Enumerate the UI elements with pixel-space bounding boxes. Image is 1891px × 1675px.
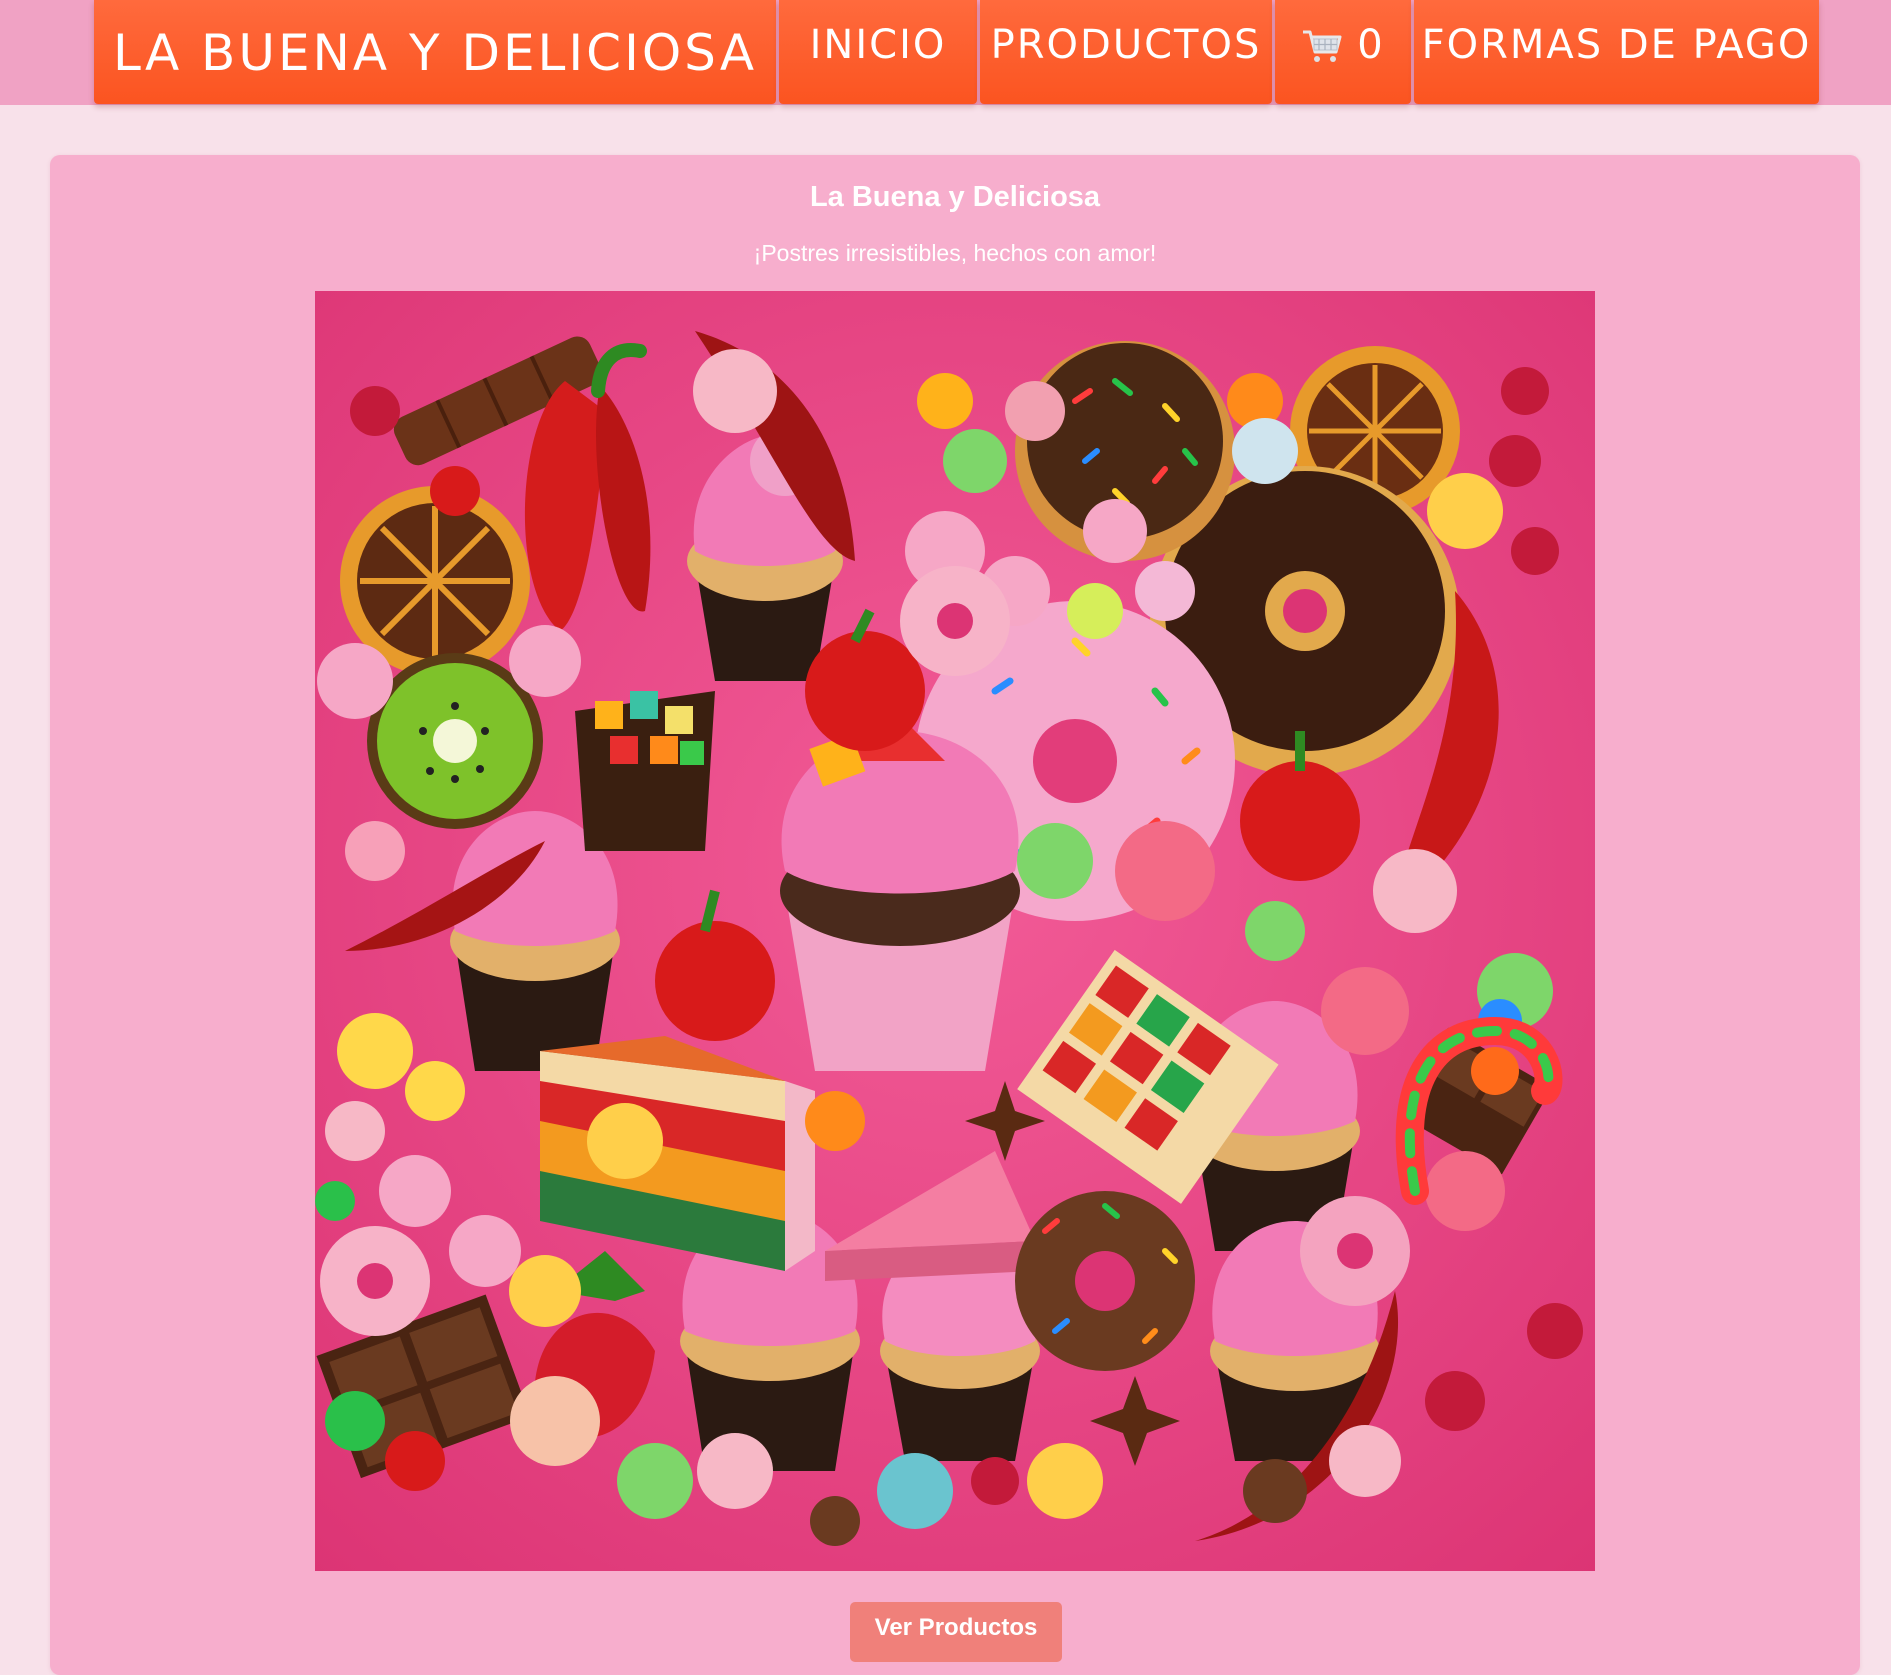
nav-label-inicio: INICIO bbox=[809, 22, 947, 68]
hero-subtitle: ¡Postres irresistibles, hechos con amor! bbox=[753, 240, 1157, 266]
main-navigation: LA BUENA Y DELICIOSA INICIO PRODUCTOS 0 … bbox=[94, 0, 1819, 104]
brand-name: LA BUENA Y DELICIOSA bbox=[112, 24, 758, 82]
cart-count: 0 bbox=[1357, 22, 1385, 68]
nav-link-productos[interactable]: PRODUCTOS bbox=[980, 0, 1272, 104]
brand-logo-link[interactable]: LA BUENA Y DELICIOSA bbox=[94, 0, 776, 104]
cart-button[interactable]: 0 bbox=[1275, 0, 1411, 104]
nav-label-productos: PRODUCTOS bbox=[990, 22, 1262, 68]
desserts-collage-image bbox=[315, 291, 1595, 1571]
nav-link-inicio[interactable]: INICIO bbox=[779, 0, 977, 104]
shopping-cart-icon bbox=[1303, 30, 1342, 62]
nav-label-formas-de-pago: FORMAS DE PAGO bbox=[1421, 22, 1812, 68]
ver-productos-button[interactable]: Ver Productos bbox=[850, 1602, 1062, 1662]
hero-title: La Buena y Deliciosa bbox=[809, 181, 1101, 213]
hero-card: La Buena y Deliciosa ¡Postres irresistib… bbox=[50, 155, 1860, 1675]
nav-link-formas-de-pago[interactable]: FORMAS DE PAGO bbox=[1414, 0, 1819, 104]
